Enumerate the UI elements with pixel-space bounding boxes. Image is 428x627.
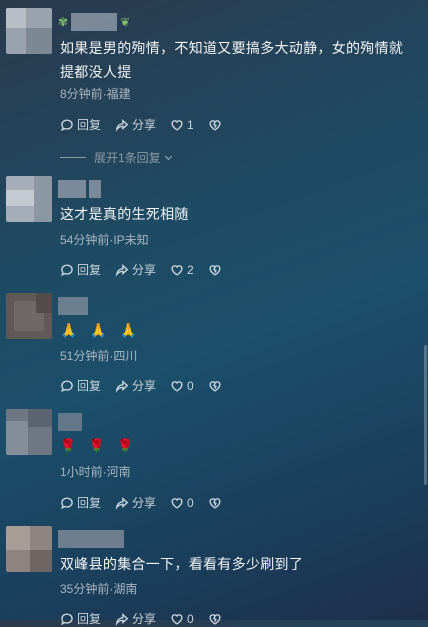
- comment-text: 🌹 🌹 🌹: [60, 434, 410, 458]
- reply-button[interactable]: 回复: [60, 610, 101, 627]
- avatar[interactable]: [6, 409, 52, 455]
- scrollbar-thumb[interactable]: [424, 345, 427, 485]
- leaf-icon: ❦: [120, 15, 131, 29]
- share-button[interactable]: 分享: [115, 261, 156, 278]
- broken-heart-icon: [209, 264, 221, 276]
- avatar[interactable]: [6, 176, 52, 222]
- avatar[interactable]: [6, 8, 52, 54]
- share-arrow-icon: [115, 118, 129, 132]
- heart-icon: [171, 119, 183, 131]
- like-button[interactable]: 1: [170, 118, 194, 132]
- heart-icon: [171, 613, 183, 625]
- comment-text: 双峰县的集合一下，看看有多少刷到了: [60, 556, 304, 572]
- pray-emoji: 🙏: [89, 322, 108, 338]
- share-arrow-icon: [115, 496, 129, 510]
- comment-bubble-icon: [61, 379, 73, 392]
- like-button[interactable]: 0: [170, 612, 194, 626]
- comment-meta: 35分钟前·湖南: [60, 582, 138, 596]
- username[interactable]: ✾ ❦: [58, 13, 130, 31]
- dislike-button[interactable]: [208, 612, 222, 626]
- like-button[interactable]: 0: [170, 379, 194, 393]
- like-button[interactable]: 2: [170, 263, 194, 277]
- share-button[interactable]: 分享: [115, 494, 156, 511]
- pray-emoji: 🙏: [60, 322, 78, 338]
- dislike-button[interactable]: [208, 118, 222, 132]
- username[interactable]: [58, 180, 101, 198]
- rose-emoji: 🌹: [60, 438, 77, 453]
- heart-icon: [171, 264, 183, 276]
- comment-text: 🙏 🙏 🙏: [60, 318, 410, 342]
- avatar[interactable]: [6, 526, 52, 572]
- comment-bubble-icon: [61, 612, 73, 625]
- dislike-button[interactable]: [208, 496, 222, 510]
- comment-bubble-icon: [61, 496, 73, 509]
- reply-button[interactable]: 回复: [60, 377, 101, 394]
- share-button[interactable]: 分享: [115, 116, 156, 133]
- comment-actions: 回复 分享 0: [60, 494, 236, 511]
- comment-meta: 51分钟前·四川: [60, 349, 138, 363]
- reply-button[interactable]: 回复: [60, 261, 101, 278]
- comment-actions: 回复 分享 1: [60, 116, 236, 133]
- share-button[interactable]: 分享: [115, 377, 156, 394]
- comment-actions: 回复 分享 0: [60, 610, 236, 627]
- dislike-button[interactable]: [208, 379, 222, 393]
- share-arrow-icon: [115, 263, 129, 277]
- comment-text: 这才是真的生死相随: [60, 206, 189, 222]
- broken-heart-icon: [209, 497, 221, 509]
- share-arrow-icon: [115, 612, 129, 626]
- rose-emoji: 🌹: [88, 438, 105, 453]
- comment-text: 如果是男的殉情，不知道又要搞多大动静，女的殉情就提都没人提: [60, 40, 404, 80]
- plant-icon: ✾: [58, 15, 69, 29]
- comment-bubble-icon: [61, 118, 73, 131]
- reply-button[interactable]: 回复: [60, 116, 101, 133]
- username[interactable]: [58, 297, 88, 315]
- comment-meta: 8分钟前·福建: [60, 87, 131, 101]
- share-arrow-icon: [115, 379, 129, 393]
- comment-meta: 54分钟前·IP未知: [60, 233, 149, 247]
- broken-heart-icon: [209, 613, 221, 625]
- comment-bubble-icon: [61, 263, 73, 276]
- comment-actions: 回复 分享 2: [60, 261, 236, 278]
- chevron-down-icon: [164, 155, 172, 161]
- heart-icon: [171, 497, 183, 509]
- share-button[interactable]: 分享: [115, 610, 156, 627]
- comment-meta: 1小时前·河南: [60, 465, 131, 479]
- expand-replies-button[interactable]: 展开1条回复: [60, 149, 174, 166]
- dislike-button[interactable]: [208, 263, 222, 277]
- like-button[interactable]: 0: [170, 496, 194, 510]
- pray-emoji: 🙏: [119, 322, 138, 338]
- broken-heart-icon: [209, 380, 221, 392]
- rose-emoji: 🌹: [117, 438, 134, 453]
- avatar[interactable]: [6, 293, 52, 339]
- reply-button[interactable]: 回复: [60, 494, 101, 511]
- username[interactable]: [58, 413, 82, 431]
- username[interactable]: [58, 530, 124, 548]
- heart-icon: [171, 380, 183, 392]
- comment-actions: 回复 分享 0: [60, 377, 236, 394]
- broken-heart-icon: [209, 119, 221, 131]
